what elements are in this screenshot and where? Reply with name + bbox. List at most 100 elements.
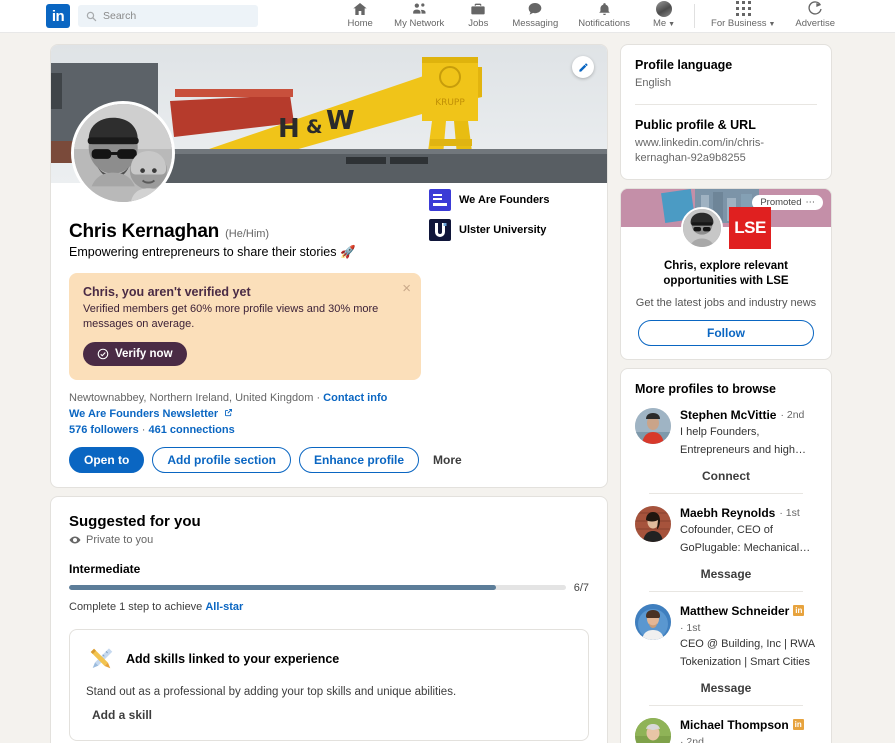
profile-name[interactable]: Matthew Schneider [680,604,789,618]
search-placeholder: Search [103,10,136,22]
page-title: Chris Kernaghan [69,221,219,243]
more-button[interactable]: More [427,448,468,472]
nav-me-text: Me [653,18,666,29]
verify-now-label: Verify now [115,348,173,360]
add-profile-section-button[interactable]: Add profile section [152,447,291,473]
premium-badge-icon: in [793,605,804,616]
linkedin-logo-icon[interactable]: in [46,4,70,28]
profile-name-line: Matthew Schneiderin· 1st [680,604,817,634]
avatar[interactable] [635,506,671,542]
nav-item-home[interactable]: Home [336,0,384,32]
newsletter-row: We Are Founders Newsletter [69,408,589,420]
nav-item-advertise[interactable]: Advertise [785,0,845,32]
connection-degree: · 2nd [680,736,704,743]
add-skills-header: Add skills linked to your experience [86,644,572,674]
all-star-link[interactable]: All-star [205,601,243,613]
profile-card: KRUPP H & W [50,44,608,488]
organization-name: Ulster University [459,224,546,236]
meta-separator: · [316,392,320,404]
nav-label-my-network: My Network [394,18,444,29]
avatar[interactable] [635,718,671,743]
profile-language-heading: Profile language [635,58,817,72]
verify-banner-title: Chris, you aren't verified yet [83,285,407,299]
avatar[interactable] [635,408,671,444]
profile-name[interactable]: Stephen McVittie [680,408,776,422]
profile-action-button[interactable]: Message [701,681,752,695]
enhance-profile-button[interactable]: Enhance profile [299,447,419,473]
top-navigation-bar: in Search Home My Network Jobs [0,0,895,33]
we-are-founders-logo-icon [429,189,451,211]
open-to-button[interactable]: Open to [69,447,144,473]
nav-label-jobs: Jobs [468,18,488,29]
public-url-block[interactable]: Public profile & URL www.linkedin.com/in… [621,105,831,179]
profile-row: Stephen McVittie · 2nd I help Founders, En… [635,408,817,458]
nav-label-me: Me▼ [653,18,675,29]
organizations-list: We Are Founders Ulster University [429,189,589,249]
right-sidebar: Profile language English Public profile … [620,44,832,743]
progress-bar [69,585,566,590]
profile-name[interactable]: Michael Thompson [680,718,789,732]
contact-info-link[interactable]: Contact info [323,392,387,404]
profile-description: Cofounder, CEO of GoPlugable: Mechanical… [680,524,810,554]
svg-text:&: & [306,116,323,138]
nav-right-group: Home My Network Jobs Messaging Notificat… [336,0,895,32]
progress-row: 6/7 [69,582,589,594]
private-label: Private to you [86,534,153,546]
organization-item[interactable]: Ulster University [429,219,589,241]
profile-language-block[interactable]: Profile language English [621,45,831,104]
nav-item-my-network[interactable]: My Network [384,0,454,32]
progress-bar-fill [69,585,496,590]
search-input[interactable]: Search [78,5,258,27]
nav-item-notifications[interactable]: Notifications [568,0,640,32]
main-column: KRUPP H & W [50,44,608,743]
profile-name[interactable]: Maebh Reynolds [680,506,775,520]
profile-action-button[interactable]: Connect [702,469,750,483]
pencil-icon [578,62,589,73]
profile-description: CEO @ Building, Inc | RWA Tokenization |… [680,638,814,668]
eye-icon [69,534,81,546]
profile-description: I help Founders, Entrepreneurs and high… [680,426,806,456]
briefcase-icon [470,0,486,17]
connection-degree: · 2nd [780,409,804,421]
nav-left-group: in Search [0,4,258,28]
close-icon[interactable]: × [402,281,411,296]
stats-row: 576 followers · 461 connections [69,424,589,436]
svg-text:KRUPP: KRUPP [435,98,465,108]
edit-cover-button[interactable] [572,56,594,78]
profile-action: Message [635,565,817,583]
list-item[interactable]: Stephen McVittie · 2nd I help Founders, En… [621,400,831,498]
profile-row: Matthew Schneiderin· 1stCEO @ Building, … [635,604,817,670]
profile-row: Michael Thompsonin· 2ndChief Biscuit Nib… [635,718,817,743]
nav-item-me[interactable]: Me▼ [640,0,688,32]
ad-user-avatar [681,207,723,249]
verify-now-button[interactable]: Verify now [83,342,187,366]
more-profiles-list: Stephen McVittie · 2nd I help Founders, En… [621,400,831,743]
profile-action-button[interactable]: Message [701,567,752,581]
ad-follow-button[interactable]: Follow [638,320,814,346]
public-url-heading: Public profile & URL [635,118,817,132]
list-item[interactable]: Maebh Reynolds· 1stCofounder, CEO of GoP… [621,498,831,596]
avatar[interactable] [635,604,671,640]
advertise-icon [807,0,823,17]
list-item[interactable]: Matthew Schneiderin· 1stCEO @ Building, … [621,596,831,710]
nav-item-jobs[interactable]: Jobs [454,0,502,32]
progress-value: 6/7 [574,582,589,594]
add-skills-title: Add skills linked to your experience [126,652,339,666]
progress-level-label: Intermediate [69,562,589,576]
public-url-value: www.linkedin.com/in/chris-kernaghan-92a9… [635,136,817,166]
organization-name: We Are Founders [459,194,549,206]
newsletter-link[interactable]: We Are Founders Newsletter [69,408,218,420]
list-divider [649,493,803,494]
followers-link[interactable]: 576 followers [69,424,139,436]
nav-item-messaging[interactable]: Messaging [502,0,568,32]
organization-item[interactable]: We Are Founders [429,189,589,211]
profile-language-value: English [635,76,817,91]
message-icon [527,0,543,17]
stats-separator: · [142,424,146,436]
add-a-skill-button[interactable]: Add a skill [92,708,152,722]
connections-link[interactable]: 461 connections [149,424,235,436]
list-item[interactable]: Michael Thompsonin· 2ndChief Biscuit Nib… [621,710,831,743]
grid-icon [736,0,751,17]
nav-item-for-business[interactable]: For Business▼ [701,0,785,32]
chevron-down-icon: ▼ [768,21,775,28]
